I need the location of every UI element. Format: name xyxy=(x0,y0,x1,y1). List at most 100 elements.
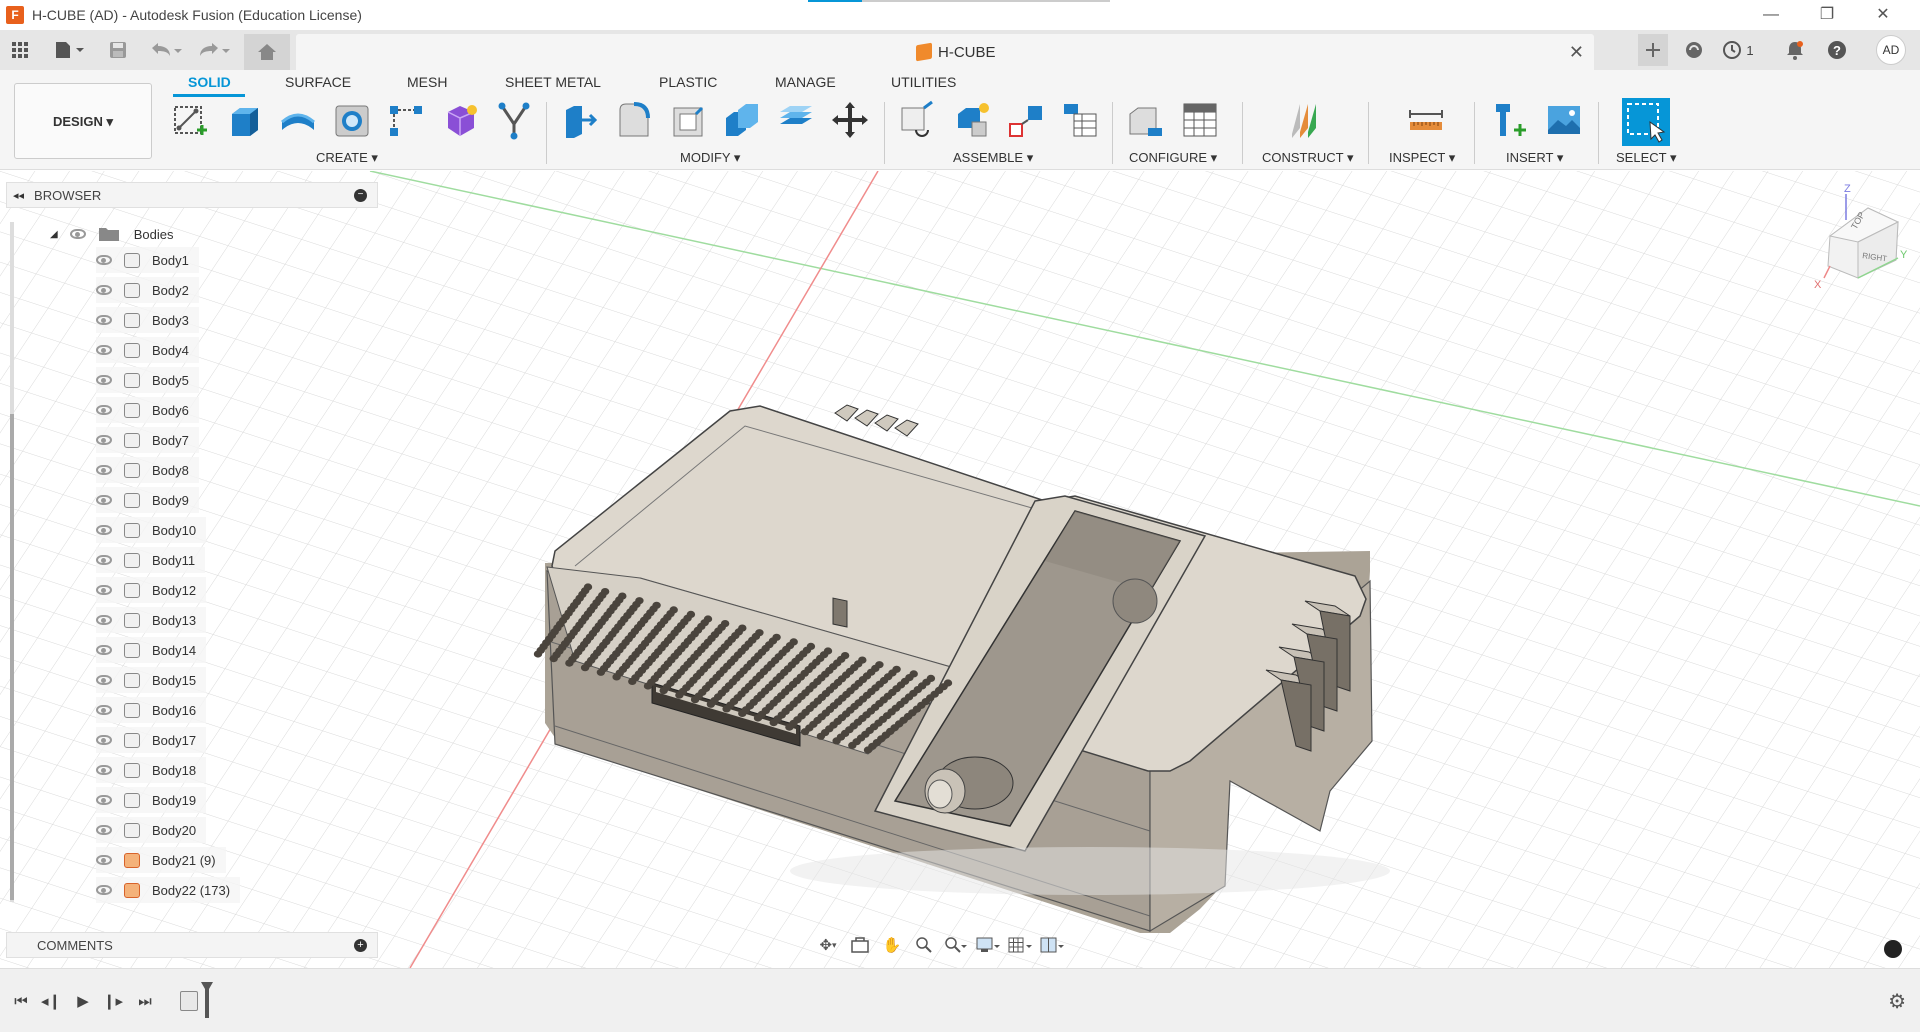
step-forward-icon[interactable]: ❙▸ xyxy=(100,989,126,1013)
visibility-eye-icon[interactable] xyxy=(96,435,112,445)
list-item[interactable]: Body12 xyxy=(96,577,207,603)
list-item[interactable]: Body16 xyxy=(96,697,207,723)
rectangular-pattern-icon[interactable] xyxy=(386,100,426,140)
timeline-settings-gear-icon[interactable]: ⚙ xyxy=(1888,989,1906,1014)
fillet-icon[interactable] xyxy=(614,100,654,140)
orbit-icon[interactable]: ✥ ▾ xyxy=(812,932,844,958)
visibility-eye-icon[interactable] xyxy=(96,765,112,775)
bill-of-materials-icon[interactable] xyxy=(1060,100,1100,140)
visibility-eye-icon[interactable] xyxy=(96,855,112,865)
revolve-icon[interactable] xyxy=(278,100,318,140)
go-to-start-icon[interactable]: ⏮ xyxy=(8,989,34,1013)
tab-solid[interactable]: SOLID xyxy=(188,74,231,90)
visibility-eye-icon[interactable] xyxy=(96,345,112,355)
visibility-eye-icon[interactable] xyxy=(96,405,112,415)
close-tab-icon[interactable]: ✕ xyxy=(1569,42,1584,63)
new-component-icon[interactable] xyxy=(898,100,938,140)
visibility-eye-icon[interactable] xyxy=(96,465,112,475)
visibility-eye-icon[interactable] xyxy=(96,495,112,505)
list-item[interactable]: Body14 xyxy=(96,637,207,663)
press-pull-icon[interactable] xyxy=(560,100,600,140)
list-item[interactable]: Body5 xyxy=(96,367,199,393)
insert-group-label[interactable]: INSERT ▾ xyxy=(1506,150,1563,166)
user-avatar[interactable]: AD xyxy=(1876,35,1906,65)
close-window-button[interactable]: ✕ xyxy=(1860,0,1906,30)
apps-grid-icon[interactable] xyxy=(8,36,32,64)
configure-design-icon[interactable] xyxy=(1126,100,1166,140)
hole-icon[interactable] xyxy=(332,100,372,140)
visibility-eye-icon[interactable] xyxy=(96,885,112,895)
zoom-icon[interactable] xyxy=(908,932,940,958)
joint-icon[interactable] xyxy=(952,100,992,140)
extrude-icon[interactable] xyxy=(224,100,264,140)
tab-sheet-metal[interactable]: SHEET METAL xyxy=(505,74,601,90)
viewports-icon[interactable] xyxy=(1036,932,1068,958)
list-item[interactable]: Body2 xyxy=(96,277,199,303)
tab-manage[interactable]: MANAGE xyxy=(775,74,836,90)
new-tab-icon[interactable] xyxy=(1638,34,1668,66)
undo-icon[interactable] xyxy=(146,36,186,64)
list-item[interactable]: Body19 xyxy=(96,787,207,813)
workspace-switcher-button[interactable]: DESIGN ▾ xyxy=(14,83,152,159)
minimize-panel-icon[interactable]: − xyxy=(354,189,367,202)
save-icon[interactable] xyxy=(106,36,130,64)
list-item[interactable]: Body7 xyxy=(96,427,199,453)
list-item[interactable]: Body10 xyxy=(96,517,207,543)
timeline-feature-icon[interactable] xyxy=(180,991,198,1011)
visibility-eye-icon[interactable] xyxy=(96,825,112,835)
visibility-eye-icon[interactable] xyxy=(96,555,112,565)
visibility-eye-icon[interactable] xyxy=(96,285,112,295)
file-menu-icon[interactable] xyxy=(50,36,88,64)
visibility-eye-icon[interactable] xyxy=(96,315,112,325)
view-cube[interactable]: Z TOP RIGHT Y X xyxy=(1810,180,1910,290)
create-form-icon[interactable] xyxy=(440,100,480,140)
measure-icon[interactable] xyxy=(1406,100,1446,140)
modify-group-label[interactable]: MODIFY ▾ xyxy=(680,150,740,166)
fit-zoom-icon[interactable] xyxy=(940,932,972,958)
visibility-eye-icon[interactable] xyxy=(96,585,112,595)
feedback-icon[interactable] xyxy=(1884,940,1902,958)
shell-icon[interactable] xyxy=(668,100,708,140)
display-settings-icon[interactable] xyxy=(972,932,1004,958)
list-item[interactable]: Body18 xyxy=(96,757,207,783)
visibility-eye-icon[interactable] xyxy=(96,525,112,535)
visibility-eye-icon[interactable] xyxy=(96,735,112,745)
grid-settings-icon[interactable] xyxy=(1004,932,1036,958)
combine-icon[interactable] xyxy=(722,100,762,140)
inspect-group-label[interactable]: INSPECT ▾ xyxy=(1389,150,1455,166)
list-item[interactable]: Body1 xyxy=(96,247,199,273)
visibility-eye-icon[interactable] xyxy=(96,675,112,685)
pan-hand-icon[interactable]: ✋ xyxy=(876,932,908,958)
construct-group-label[interactable]: CONSTRUCT ▾ xyxy=(1262,150,1354,166)
list-item[interactable]: Body22 (173) xyxy=(96,877,241,903)
tab-plastic[interactable]: PLASTIC xyxy=(659,74,717,90)
insert-canvas-icon[interactable] xyxy=(1544,100,1584,140)
list-item[interactable]: Body17 xyxy=(96,727,207,753)
tab-surface[interactable]: SURFACE xyxy=(285,74,351,90)
offset-plane-icon[interactable] xyxy=(1286,100,1326,140)
visibility-eye-icon[interactable] xyxy=(96,795,112,805)
as-built-joint-icon[interactable] xyxy=(1006,100,1046,140)
document-tab[interactable]: H-CUBE ✕ xyxy=(296,34,1594,70)
help-icon[interactable]: ? xyxy=(1824,36,1850,64)
list-item[interactable]: Body21 (9) xyxy=(96,847,226,873)
go-to-end-icon[interactable]: ⏭ xyxy=(132,989,158,1013)
list-item[interactable]: Body15 xyxy=(96,667,207,693)
play-icon[interactable]: ▶ xyxy=(70,989,96,1013)
visibility-eye-icon[interactable] xyxy=(96,375,112,385)
visibility-eye-icon[interactable] xyxy=(96,255,112,265)
list-item[interactable]: Body20 xyxy=(96,817,207,843)
redo-icon[interactable] xyxy=(194,36,234,64)
configuration-table-icon[interactable] xyxy=(1180,100,1220,140)
list-item[interactable]: Body9 xyxy=(96,487,199,513)
minimize-button[interactable]: — xyxy=(1748,0,1794,30)
bodies-folder[interactable]: ◢ Bodies xyxy=(50,221,183,247)
list-item[interactable]: Body4 xyxy=(96,337,199,363)
visibility-eye-icon[interactable] xyxy=(96,645,112,655)
create-group-label[interactable]: CREATE ▾ xyxy=(316,150,378,166)
comments-panel[interactable]: COMMENTS + xyxy=(6,932,378,958)
look-at-icon[interactable] xyxy=(844,932,876,958)
visibility-eye-icon[interactable] xyxy=(96,705,112,715)
list-item[interactable]: Body6 xyxy=(96,397,199,423)
insert-mcmaster-icon[interactable] xyxy=(1490,100,1530,140)
